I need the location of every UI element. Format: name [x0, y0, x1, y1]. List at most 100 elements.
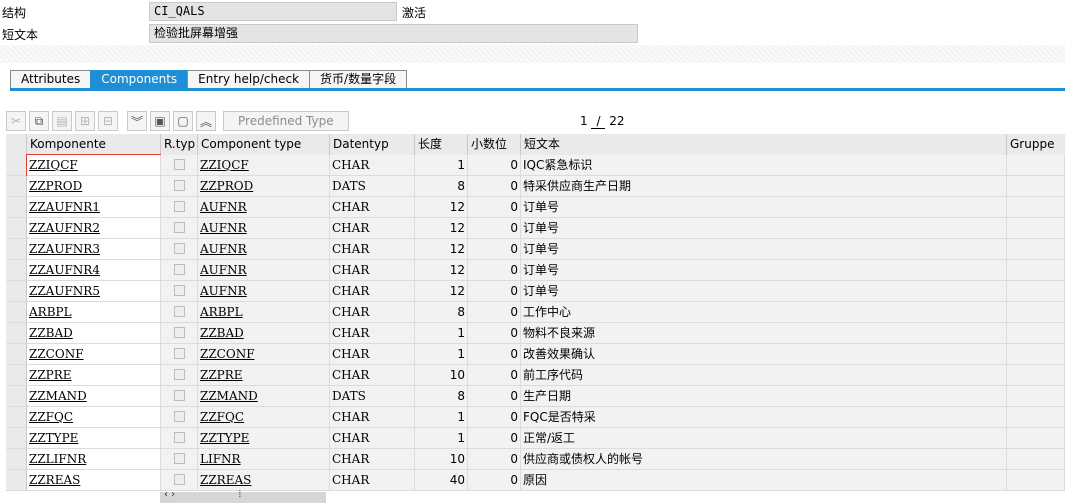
- component-type-cell[interactable]: ZZPROD: [198, 176, 330, 197]
- length-cell[interactable]: 8: [415, 386, 468, 407]
- length-cell[interactable]: 12: [415, 260, 468, 281]
- decimals-cell[interactable]: 0: [468, 407, 521, 428]
- table-row[interactable]: ZZAUFNR4 AUFNR CHAR 12 0 订单号: [6, 260, 1065, 281]
- col-header-gruppe[interactable]: Gruppe: [1007, 134, 1065, 155]
- komponente-cell[interactable]: ZZCONF: [27, 344, 161, 365]
- datentyp-cell[interactable]: CHAR: [330, 155, 415, 176]
- table-row[interactable]: ARBPL ARBPL CHAR 8 0 工作中心: [6, 302, 1065, 323]
- length-cell[interactable]: 1: [415, 407, 468, 428]
- short-text-cell[interactable]: 生产日期: [521, 386, 1007, 407]
- decimals-cell[interactable]: 0: [468, 323, 521, 344]
- rtyp-checkbox[interactable]: [174, 159, 185, 170]
- decimals-cell[interactable]: 0: [468, 197, 521, 218]
- komponente-cell[interactable]: ZZAUFNR5: [27, 281, 161, 302]
- komponente-cell[interactable]: ZZMAND: [27, 386, 161, 407]
- insert-row-icon[interactable]: ⊞: [75, 111, 95, 131]
- row-selector[interactable]: [6, 365, 27, 386]
- select-all-header[interactable]: [6, 134, 27, 155]
- component-type-cell[interactable]: AUFNR: [198, 239, 330, 260]
- datentyp-cell[interactable]: DATS: [330, 386, 415, 407]
- table-row[interactable]: ZZAUFNR2 AUFNR CHAR 12 0 订单号: [6, 218, 1065, 239]
- rtyp-cell[interactable]: [161, 323, 198, 344]
- length-cell[interactable]: 1: [415, 428, 468, 449]
- component-type-cell[interactable]: AUFNR: [198, 260, 330, 281]
- row-selector[interactable]: [6, 239, 27, 260]
- komponente-cell[interactable]: ZZLIFNR: [27, 449, 161, 470]
- short-text-cell[interactable]: 前工序代码: [521, 365, 1007, 386]
- rtyp-cell[interactable]: [161, 344, 198, 365]
- short-text-cell[interactable]: 供应商或债权人的帐号: [521, 449, 1007, 470]
- rtyp-checkbox[interactable]: [174, 474, 185, 485]
- rtyp-checkbox[interactable]: [174, 411, 185, 422]
- length-cell[interactable]: 1: [415, 344, 468, 365]
- short-text-cell[interactable]: FQC是否特采: [521, 407, 1007, 428]
- component-type-cell[interactable]: ZZIQCF: [198, 155, 330, 176]
- tab-1[interactable]: Components: [90, 70, 188, 88]
- datentyp-cell[interactable]: CHAR: [330, 197, 415, 218]
- short-text-cell[interactable]: 原因: [521, 470, 1007, 491]
- row-selector[interactable]: [6, 449, 27, 470]
- komponente-cell[interactable]: ZZAUFNR3: [27, 239, 161, 260]
- komponente-cell[interactable]: ZZREAS: [27, 470, 161, 491]
- component-type-cell[interactable]: ZZBAD: [198, 323, 330, 344]
- decimals-cell[interactable]: 0: [468, 386, 521, 407]
- table-row[interactable]: ZZAUFNR1 AUFNR CHAR 12 0 订单号: [6, 197, 1065, 218]
- gruppe-cell[interactable]: [1007, 281, 1065, 302]
- component-type-cell[interactable]: ZZCONF: [198, 344, 330, 365]
- gruppe-cell[interactable]: [1007, 323, 1065, 344]
- datentyp-cell[interactable]: CHAR: [330, 260, 415, 281]
- row-selector[interactable]: [6, 344, 27, 365]
- decimals-cell[interactable]: 0: [468, 260, 521, 281]
- row-selector[interactable]: [6, 197, 27, 218]
- komponente-cell[interactable]: ZZTYPE: [27, 428, 161, 449]
- length-cell[interactable]: 40: [415, 470, 468, 491]
- rtyp-cell[interactable]: [161, 365, 198, 386]
- komponente-cell[interactable]: ZZAUFNR1: [27, 197, 161, 218]
- component-type-cell[interactable]: LIFNR: [198, 449, 330, 470]
- rtyp-cell[interactable]: [161, 197, 198, 218]
- datentyp-cell[interactable]: CHAR: [330, 365, 415, 386]
- decimals-cell[interactable]: 0: [468, 176, 521, 197]
- komponente-cell[interactable]: ZZAUFNR2: [27, 218, 161, 239]
- length-cell[interactable]: 8: [415, 176, 468, 197]
- decimals-cell[interactable]: 0: [468, 239, 521, 260]
- rtyp-cell[interactable]: [161, 470, 198, 491]
- gruppe-cell[interactable]: [1007, 239, 1065, 260]
- rtyp-cell[interactable]: [161, 155, 198, 176]
- gruppe-cell[interactable]: [1007, 260, 1065, 281]
- row-selector[interactable]: [6, 218, 27, 239]
- decimals-cell[interactable]: 0: [468, 302, 521, 323]
- rtyp-checkbox[interactable]: [174, 264, 185, 275]
- component-type-cell[interactable]: ZZFQC: [198, 407, 330, 428]
- table-row[interactable]: ZZTYPE ZZTYPE CHAR 1 0 正常/返工: [6, 428, 1065, 449]
- decimals-cell[interactable]: 0: [468, 428, 521, 449]
- short-text-cell[interactable]: 特采供应商生产日期: [521, 176, 1007, 197]
- rtyp-checkbox[interactable]: [174, 327, 185, 338]
- predefined-type-button[interactable]: Predefined Type: [223, 111, 349, 131]
- paste-icon[interactable]: ▤: [52, 111, 72, 131]
- tab-2[interactable]: Entry help/check: [187, 70, 310, 88]
- scroll-arrows[interactable]: ‹ › ⦙: [164, 489, 241, 500]
- komponente-cell[interactable]: ZZPROD: [27, 176, 161, 197]
- row-selector[interactable]: [6, 155, 27, 176]
- short-text-cell[interactable]: 订单号: [521, 197, 1007, 218]
- length-cell[interactable]: 10: [415, 449, 468, 470]
- copy-icon[interactable]: ⧉: [29, 111, 49, 131]
- component-type-cell[interactable]: ARBPL: [198, 302, 330, 323]
- length-cell[interactable]: 12: [415, 197, 468, 218]
- rtyp-checkbox[interactable]: [174, 222, 185, 233]
- component-type-cell[interactable]: ZZPRE: [198, 365, 330, 386]
- datentyp-cell[interactable]: CHAR: [330, 470, 415, 491]
- komponente-cell[interactable]: ZZPRE: [27, 365, 161, 386]
- gruppe-cell[interactable]: [1007, 197, 1065, 218]
- col-header-datentyp[interactable]: Datentyp: [330, 134, 415, 155]
- table-row[interactable]: ZZPRE ZZPRE CHAR 10 0 前工序代码: [6, 365, 1065, 386]
- rtyp-cell[interactable]: [161, 239, 198, 260]
- component-type-cell[interactable]: AUFNR: [198, 281, 330, 302]
- rtyp-checkbox[interactable]: [174, 369, 185, 380]
- table-row[interactable]: ZZMAND ZZMAND DATS 8 0 生产日期: [6, 386, 1065, 407]
- row-selector[interactable]: [6, 323, 27, 344]
- component-type-cell[interactable]: AUFNR: [198, 197, 330, 218]
- row-selector[interactable]: [6, 428, 27, 449]
- decimals-cell[interactable]: 0: [468, 470, 521, 491]
